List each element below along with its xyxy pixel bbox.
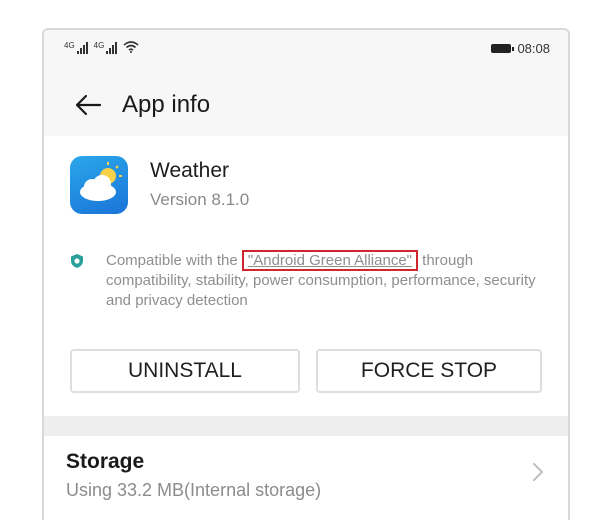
storage-title: Storage [66,450,145,473]
storage-subtitle: Using 33.2 MB(Internal storage) [66,480,322,500]
battery-icon [491,43,515,53]
page-title: App info [122,91,211,118]
compatibility-prefix: Compatible with the [106,252,238,269]
app-version: Version 8.1.0 [150,190,250,209]
app-name: Weather [150,159,229,182]
status-left: 4G 4G [64,40,139,56]
wifi-icon [123,40,139,56]
storage-row[interactable]: Storage Using 33.2 MB(Internal storage) [44,436,568,520]
signal-icon: 4G [64,42,88,54]
compatibility-text: Compatible with the "Android Green Allia… [106,250,550,311]
status-right: 08:08 [491,41,550,56]
signal-tag: 4G [64,41,75,50]
shield-icon [71,254,83,268]
signal-tag: 4G [93,41,105,50]
back-arrow-icon [75,94,102,116]
phone-screen: 4G 4G 08:08 App info Weather Version 8.1… [42,28,570,520]
signal-icon: 4G [94,42,118,54]
force-stop-button[interactable]: FORCE STOP [316,349,542,393]
app-info-card: Weather Version 8.1.0 Compatible with th… [44,136,568,416]
uninstall-button[interactable]: UNINSTALL [70,349,300,393]
back-button[interactable] [72,89,104,121]
section-divider [44,416,568,436]
status-bar: 4G 4G 08:08 [44,30,568,66]
weather-app-icon [70,156,128,214]
alliance-link[interactable]: "Android Green Alliance" [241,250,418,271]
compatibility-notice: Compatible with the "Android Green Allia… [70,250,550,311]
clock: 08:08 [517,40,550,56]
chevron-right-icon [532,462,544,488]
app-bar: App info [44,80,568,130]
